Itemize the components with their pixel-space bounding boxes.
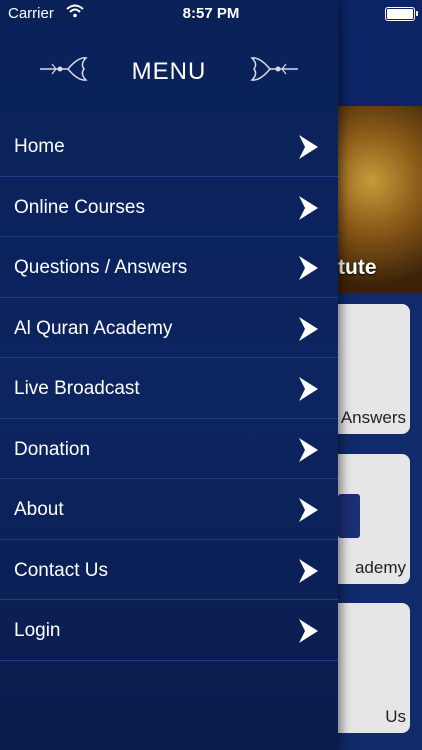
chevron-right-icon xyxy=(299,498,318,522)
menu-item-contact-us[interactable]: Contact Us xyxy=(0,540,338,600)
menu-item-home[interactable]: Home xyxy=(0,116,338,177)
menu-list: Home Online Courses Questions / Answers … xyxy=(0,116,338,661)
menu-item-online-courses[interactable]: Online Courses xyxy=(0,177,338,237)
book-icon xyxy=(338,494,360,538)
chevron-right-icon xyxy=(299,558,318,583)
chevron-right-icon xyxy=(299,316,318,341)
menu-item-donation[interactable]: Donation xyxy=(0,419,338,479)
tile-label: Us xyxy=(385,707,406,726)
chevron-right-icon xyxy=(299,377,318,401)
side-menu-drawer: MENU Home Online Courses Questions / Ans… xyxy=(0,0,338,750)
menu-header: MENU xyxy=(0,48,338,92)
menu-item-live-broadcast[interactable]: Live Broadcast xyxy=(0,358,338,419)
background-banner: tute xyxy=(338,106,422,294)
menu-item-about[interactable]: About xyxy=(0,479,338,540)
tile-label: Answers xyxy=(340,408,406,427)
menu-item-al-quran-academy[interactable]: Al Quran Academy xyxy=(0,298,338,358)
menu-item-label: Login xyxy=(14,620,61,641)
menu-item-label: Donation xyxy=(14,438,91,460)
status-time: 8:57 PM xyxy=(182,5,240,22)
menu-item-label: Online Courses xyxy=(14,196,145,218)
ornament-right-icon xyxy=(250,57,298,81)
banner-title: tute xyxy=(338,256,377,279)
menu-item-label: Home xyxy=(14,136,65,157)
chevron-right-icon xyxy=(299,195,318,220)
status-bar: Carrier 8:57 PM xyxy=(0,0,422,28)
menu-item-label: Al Quran Academy xyxy=(14,317,173,339)
menu-item-questions-answers[interactable]: Questions / Answers xyxy=(0,237,338,298)
chevron-right-icon xyxy=(299,135,318,159)
menu-item-label: About xyxy=(14,499,64,520)
menu-item-label: Live Broadcast xyxy=(14,378,140,399)
chevron-right-icon xyxy=(299,256,318,280)
chevron-right-icon xyxy=(299,437,318,462)
battery-icon xyxy=(385,7,418,21)
menu-item-label: Contact Us xyxy=(14,559,108,581)
app-screen: Carrier 8:57 PM tute Answers ademy Us ME… xyxy=(0,0,422,750)
menu-item-login[interactable]: Login xyxy=(0,600,338,661)
tile-label: ademy xyxy=(354,558,406,577)
chevron-right-icon xyxy=(299,619,318,643)
menu-item-label: Questions / Answers xyxy=(14,257,188,278)
